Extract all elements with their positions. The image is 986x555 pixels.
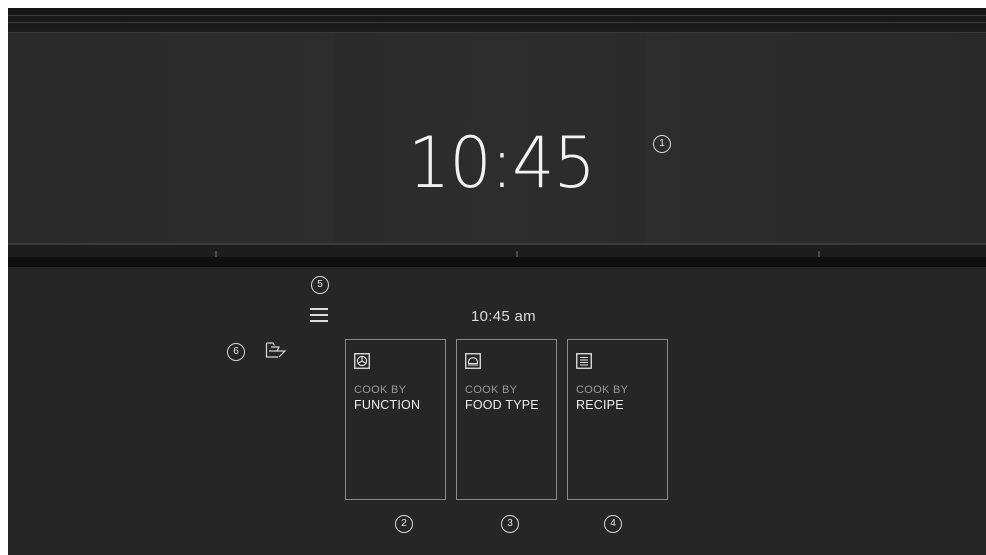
- card-label-bottom: RECIPE: [576, 398, 624, 412]
- cook-by-food-type-card[interactable]: COOK BY FOOD TYPE: [456, 339, 557, 500]
- callout-3: 3: [501, 515, 519, 533]
- favorites-folder-icon[interactable]: [265, 341, 287, 359]
- oven-top-trim: [8, 8, 986, 33]
- card-label-top: COOK BY: [354, 384, 407, 396]
- cook-by-function-card[interactable]: COOK BY FUNCTION: [345, 339, 446, 500]
- callout-1: 1: [653, 135, 671, 153]
- cook-by-recipe-card[interactable]: COOK BY RECIPE: [567, 339, 668, 500]
- callout-4: 4: [604, 515, 622, 533]
- callout-2: 2: [395, 515, 413, 533]
- current-time: 10:45 am: [471, 308, 536, 325]
- card-label-bottom: FUNCTION: [354, 398, 421, 412]
- card-label-top: COOK BY: [465, 384, 518, 396]
- panel-divider: [8, 243, 986, 267]
- oven-interface: 10:45 1 5 10:45 am 6 COOK BY FUNCTION CO…: [8, 8, 986, 555]
- card-label-bottom: FOOD TYPE: [465, 398, 539, 412]
- clock-display-panel: 10:45 1: [8, 33, 986, 243]
- callout-5: 5: [311, 276, 329, 294]
- dish-cover-icon: [465, 353, 481, 369]
- recipe-list-icon: [576, 353, 592, 369]
- hamburger-menu-icon[interactable]: [310, 307, 328, 323]
- large-clock: 10:45: [408, 122, 596, 204]
- callout-6: 6: [227, 343, 245, 361]
- fan-oven-icon: [354, 353, 370, 369]
- card-label-top: COOK BY: [576, 384, 629, 396]
